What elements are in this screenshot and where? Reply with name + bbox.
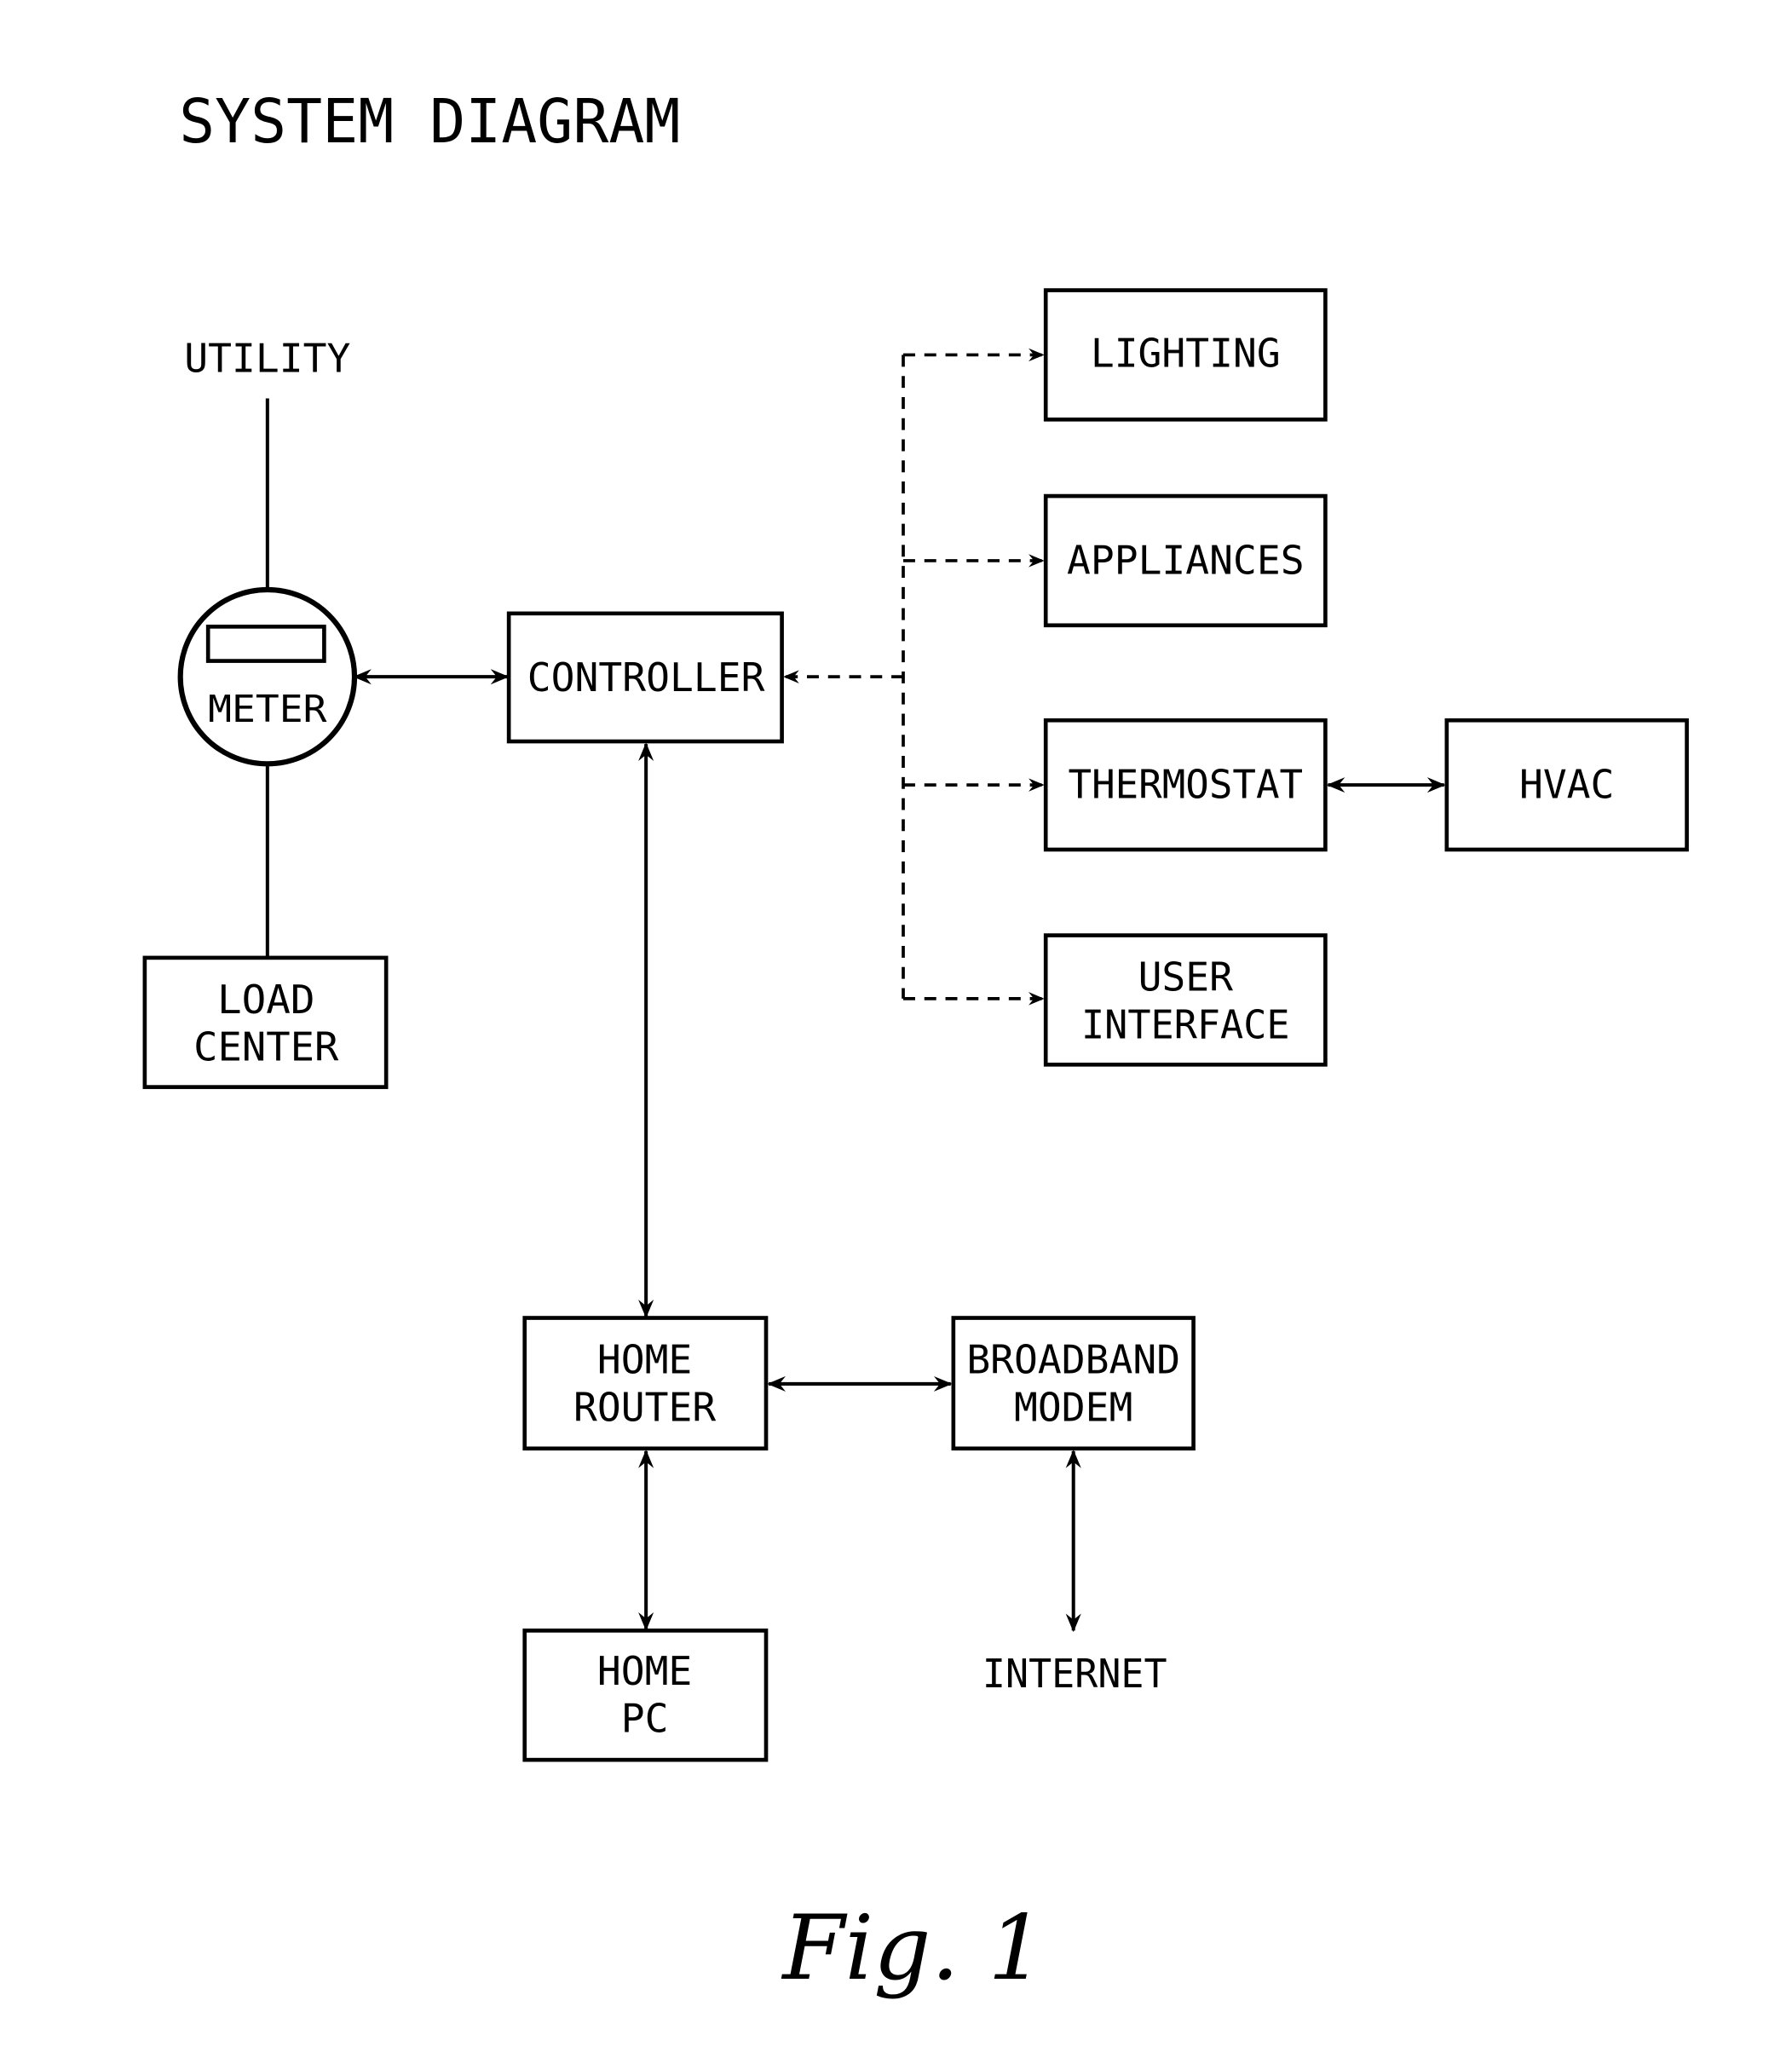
hvac-label: HVAC [1519, 762, 1614, 808]
broadband-modem-node[interactable]: BROADBAND MODEM [951, 1316, 1196, 1451]
home-router-node[interactable]: HOME ROUTER [522, 1316, 769, 1451]
user-interface-label-line1: USER [1138, 954, 1233, 1000]
appliances-node[interactable]: APPLIANCES [1043, 493, 1328, 628]
home-pc-node[interactable]: HOME PC [522, 1629, 769, 1762]
broadband-modem-label-line1: BROADBAND [966, 1337, 1180, 1383]
user-interface-node[interactable]: USER INTERFACE [1043, 933, 1328, 1067]
thermostat-node[interactable]: THERMOSTAT [1043, 718, 1328, 852]
lighting-label: LIGHTING [1091, 330, 1281, 376]
figure-label: Fig. 1 [781, 1895, 1045, 2000]
diagram-title: SYSTEM DIAGRAM [179, 86, 680, 157]
hvac-node[interactable]: HVAC [1444, 718, 1689, 852]
controller-node[interactable]: CONTROLLER [506, 611, 784, 744]
meter-display [205, 625, 326, 663]
meter-node[interactable]: METER [177, 586, 358, 767]
load-center-node[interactable]: LOAD CENTER [142, 955, 389, 1089]
home-router-label-line1: HOME [597, 1337, 692, 1383]
utility-label: UTILITY [184, 336, 350, 382]
meter-label: METER [208, 689, 327, 731]
appliances-label: APPLIANCES [1067, 537, 1305, 583]
meter-circle [177, 586, 358, 767]
controller-label: CONTROLLER [527, 654, 765, 700]
system-diagram: SYSTEM DIAGRAM UTILITY METER LOAD CENTER… [142, 86, 1689, 2000]
lighting-node[interactable]: LIGHTING [1043, 288, 1328, 422]
broadband-modem-label-line2: MODEM [1014, 1384, 1132, 1430]
internet-label: INTERNET [982, 1651, 1167, 1697]
user-interface-label-line2: INTERFACE [1081, 1001, 1290, 1047]
load-center-label-line2: CENTER [193, 1024, 338, 1070]
thermostat-label: THERMOSTAT [1069, 762, 1304, 808]
home-pc-label-line1: HOME [597, 1648, 692, 1694]
home-pc-label-line2: PC [621, 1696, 669, 1742]
load-center-label-line1: LOAD [217, 977, 315, 1023]
home-router-label-line2: ROUTER [573, 1384, 716, 1430]
